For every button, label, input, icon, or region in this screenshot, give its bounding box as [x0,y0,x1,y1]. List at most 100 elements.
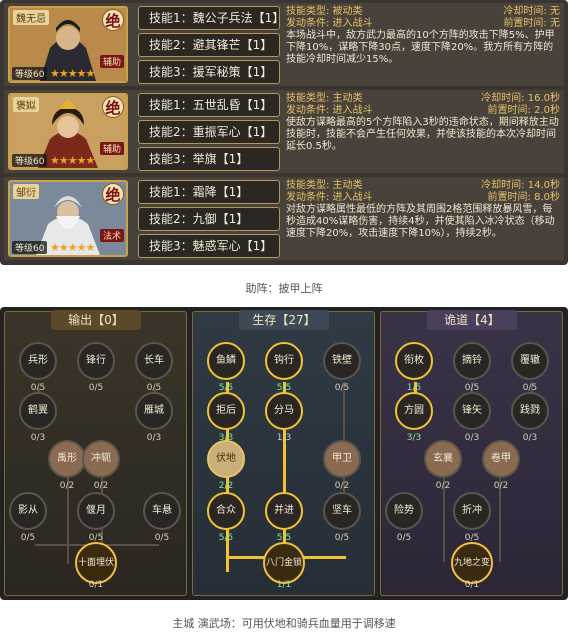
node-count: 2/2 [218,481,234,491]
hero-row: 邹衍 绝 法术 等级60 ★★★★★ 技能1：霜降【1】 技能2：九御【1】 技… [4,177,564,260]
caption-top: 助阵：披甲上阵 [245,282,323,295]
skill-condition: 发动条件: 进入战斗 [286,192,373,203]
node-count: 1/3 [276,433,292,443]
skill-description: 技能类型: 主动类 发动条件: 进入战斗 冷却时间: 14.0秒 前置时间: 8… [286,180,562,257]
node-count: 0/5 [396,533,412,543]
skill-precast: 前置时间: 无 [503,18,560,29]
tree-node[interactable]: 践戮 [511,392,549,430]
skill-condition: 发动条件: 进入战斗 [286,18,373,29]
hero-row: 魏无忌 绝 辅助 等级60 ★★★★★ 技能1：魏公子兵法【1】 技能2：避其锋… [4,3,564,86]
skill-button[interactable]: 技能1：霜降【1】 [138,180,280,204]
tree-node[interactable]: 分马 [265,392,303,430]
tree-node[interactable]: 雁城 [135,392,173,430]
hero-level: 等级60 [12,67,48,80]
tree-node[interactable]: 影从 [9,492,47,530]
skill-precast: 前置时间: 2.0秒 [487,105,560,116]
node-count: 0/3 [30,433,46,443]
tree-node[interactable]: 折冲 [453,492,491,530]
node-count: 0/5 [88,383,104,393]
tree-node[interactable]: 长车 [135,342,173,380]
tree-node[interactable]: 冲轭 [82,440,120,478]
skill-effect-text: 对敌方谋略属性最低的方阵及其周围2格范围释放暴风雪，每秒造成40%谋略伤害，持续… [286,204,555,239]
node-count: 3/3 [406,433,422,443]
formation-tree-panel: 输出【0】 兵形 0/5 锋行 0/5 长车 0/5 鹤翼 0/3 雁城 0/3… [0,307,568,600]
skill-precast: 前置时间: 8.0秒 [487,192,560,203]
star-rating: ★★★★★ [50,154,95,167]
tree-node[interactable]: 甲卫 [323,440,361,478]
tree-node-ultimate[interactable]: 十面埋伏 [75,542,117,584]
tree-node[interactable]: 鱼鳞 [207,342,245,380]
rarity-badge: 绝 [102,183,124,205]
skill-button[interactable]: 技能3：举旗【1】 [138,147,280,171]
node-count: 0/3 [146,433,162,443]
skill-button[interactable]: 技能1：五世乱昏【1】 [138,93,280,117]
role-tag: 辅助 [99,55,124,68]
tree-node[interactable]: 兵形 [19,342,57,380]
tree-node[interactable]: 鹤翼 [19,392,57,430]
tree-node[interactable]: 禹形 [48,440,86,478]
skill-description: 技能类型: 被动类 发动条件: 进入战斗 冷却时间: 无 前置时间: 无 本场战… [286,6,562,83]
skill-button[interactable]: 技能2：九御【1】 [138,207,280,231]
node-count: 0/1 [464,580,480,590]
role-tag: 法术 [99,229,124,242]
tree-node[interactable]: 伏地 [207,440,245,478]
tree-node[interactable]: 覆辙 [511,342,549,380]
tree-node[interactable]: 卷甲 [482,440,520,478]
hero-name: 魏无忌 [13,10,49,25]
tree-node[interactable]: 险势 [385,492,423,530]
hero-portrait[interactable]: 魏无忌 绝 辅助 等级60 ★★★★★ [8,6,128,83]
node-count: 5/5 [218,533,234,543]
tree-node[interactable]: 锋行 [77,342,115,380]
tree-node[interactable]: 玄襄 [424,440,462,478]
tree-node[interactable]: 合众 [207,492,245,530]
skill-effect-text: 使敌方谋略最高的5个方阵陷入3秒的违命状态，期间释放主动技能时，技能不会产生任何… [286,117,559,152]
tree-node[interactable]: 锋矢 [453,392,491,430]
rarity-badge: 绝 [102,9,124,31]
node-count: 0/5 [334,533,350,543]
star-rating: ★★★★★ [50,241,95,254]
tree-node-ultimate[interactable]: 九地之变 [451,542,493,584]
node-count: 0/5 [334,383,350,393]
tree-node[interactable]: 钩行 [265,342,303,380]
skill-button[interactable]: 技能1：魏公子兵法【1】 [138,6,284,30]
node-count: 0/2 [334,481,350,491]
tree-node[interactable]: 方圆 [395,392,433,430]
tree-column-trickery: 诡道【4】 衔枚 1/5 摘铃 0/5 覆辙 0/5 方圆 3/3 锋矢 0/3… [380,310,563,596]
column-title: 生存【27】 [239,310,329,330]
tree-node[interactable]: 并进 [265,492,303,530]
hero-portrait[interactable]: 邹衍 绝 法术 等级60 ★★★★★ [8,180,128,257]
skill-effect-text: 本场战斗中，敌方武力最高的10个方阵的攻击下降5%、护甲下降10%，谋略下降30… [286,30,555,65]
tree-node[interactable]: 坚车 [323,492,361,530]
node-count: 0/3 [464,433,480,443]
skill-cooldown: 冷却时间: 无 [503,6,560,17]
node-count: 0/3 [522,433,538,443]
tree-node[interactable]: 摘铃 [453,342,491,380]
hero-portrait[interactable]: 褒姒 绝 辅助 等级60 ★★★★★ [8,93,128,170]
skill-button[interactable]: 技能2：重振军心【1】 [138,120,280,144]
tree-node-ultimate[interactable]: 八门金锁 [263,542,305,584]
tree-node[interactable]: 拒后 [207,392,245,430]
rarity-badge: 绝 [102,96,124,118]
skill-cooldown: 冷却时间: 16.0秒 [481,93,560,104]
skill-type: 技能类型: 主动类 [286,93,363,104]
tree-node[interactable]: 车悬 [143,492,181,530]
node-count: 0/2 [93,481,109,491]
skill-button[interactable]: 技能3：援军秘策【1】 [138,60,280,84]
tree-node[interactable]: 衔枚 [395,342,433,380]
node-count: 0/5 [154,533,170,543]
column-title: 输出【0】 [51,310,141,330]
caption-bottom: 主城 演武场：可用伏地和骑兵血量用于调移速 [172,617,396,630]
tree-node[interactable]: 铁壁 [323,342,361,380]
hero-skill-panel: 魏无忌 绝 辅助 等级60 ★★★★★ 技能1：魏公子兵法【1】 技能2：避其锋… [0,0,568,265]
hero-row: 褒姒 绝 辅助 等级60 ★★★★★ 技能1：五世乱昏【1】 技能2：重振军心【… [4,90,564,173]
role-tag: 辅助 [99,142,124,155]
skill-type: 技能类型: 主动类 [286,180,363,191]
skill-cooldown: 冷却时间: 14.0秒 [481,180,560,191]
skill-button[interactable]: 技能3：魅惑军心【1】 [138,234,280,258]
column-title: 诡道【4】 [427,310,517,330]
hero-name: 褒姒 [13,97,39,112]
node-count: 0/2 [435,481,451,491]
skill-condition: 发动条件: 进入战斗 [286,105,373,116]
tree-node[interactable]: 偃月 [77,492,115,530]
skill-button[interactable]: 技能2：避其锋芒【1】 [138,33,280,57]
